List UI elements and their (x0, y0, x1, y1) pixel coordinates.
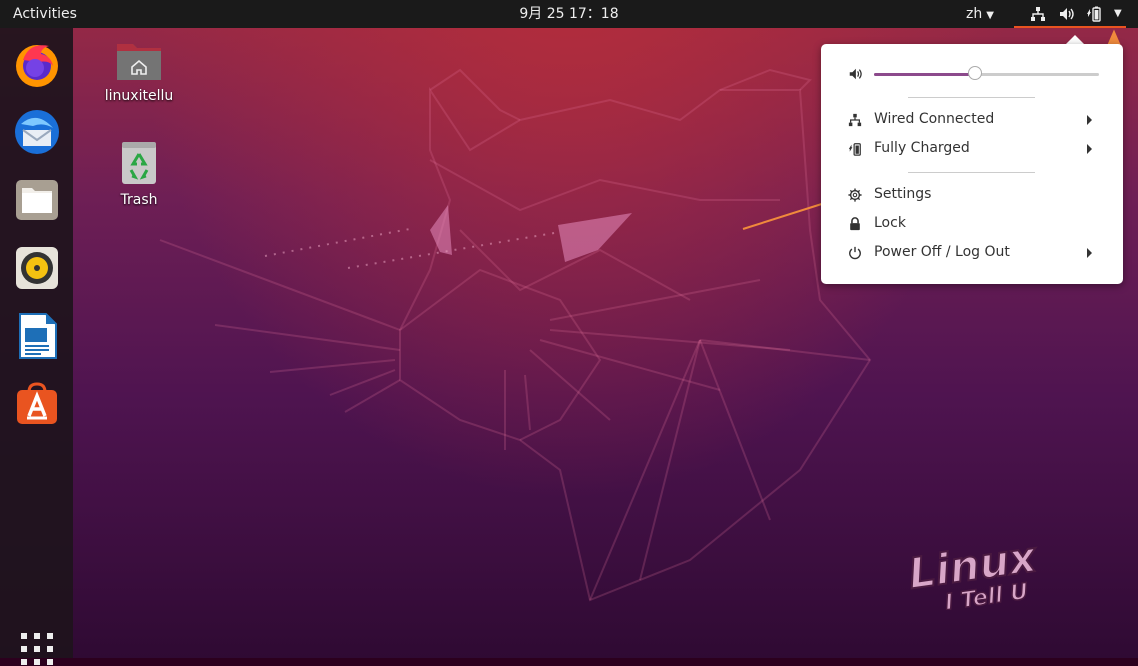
menu-item-label: Power Off / Log Out (874, 244, 1010, 260)
input-language-indicator[interactable]: zh ▼ (966, 0, 994, 28)
power-icon (849, 246, 861, 260)
top-bar: Activities 9月 25 17：18 zh ▼ ▼ (0, 0, 1138, 28)
menu-item-settings[interactable]: Settings (821, 181, 1123, 209)
desktop-icon-home[interactable]: linuxitellu (94, 38, 184, 104)
desktop-icon-label: linuxitellu (104, 88, 174, 104)
submenu-arrow-icon (1087, 248, 1092, 258)
dock-app-firefox[interactable] (13, 40, 61, 88)
libreoffice-writer-icon (19, 313, 57, 359)
firefox-icon (16, 45, 58, 87)
thunderbird-icon (15, 110, 59, 154)
software-center-icon (17, 382, 57, 424)
menu-item-label: Fully Charged (874, 140, 970, 156)
language-label: zh (966, 6, 983, 22)
network-wired-icon (1031, 7, 1045, 21)
desktop-icon-label: Trash (120, 192, 158, 208)
volume-row (821, 60, 1123, 88)
menu-item-label: Settings (874, 186, 932, 202)
trash-icon (122, 142, 156, 184)
dock-app-libreoffice-writer[interactable] (13, 312, 61, 360)
linux-i-tell-u-watermark: Linux I Tell U (905, 531, 1042, 610)
dock-app-files[interactable] (13, 176, 61, 224)
menu-item-power[interactable]: Power Off / Log Out (821, 239, 1123, 267)
chevron-down-icon: ▼ (986, 10, 994, 21)
menu-item-battery[interactable]: Fully Charged (821, 135, 1123, 163)
clock-button[interactable]: 9月 25 17：18 (519, 6, 618, 22)
system-menu: Wired Connected Fully Charged Settings L… (821, 44, 1123, 284)
home-folder-icon (117, 44, 161, 80)
battery-charged-icon (1087, 6, 1101, 22)
battery-icon (848, 143, 861, 156)
menu-item-label: Lock (874, 215, 906, 231)
submenu-arrow-icon (1087, 115, 1092, 125)
volume-icon (1060, 8, 1074, 20)
dock-app-thunderbird[interactable] (13, 108, 61, 156)
dock-app-rhythmbox[interactable] (13, 244, 61, 292)
settings-gear-icon (848, 188, 862, 202)
network-wired-icon (848, 113, 862, 127)
volume-slider[interactable] (874, 66, 1099, 80)
activities-button[interactable]: Activities (13, 0, 77, 28)
system-status-area[interactable]: ▼ (1014, 0, 1126, 28)
menu-item-wired[interactable]: Wired Connected (821, 106, 1123, 134)
volume-slider-fill (874, 73, 976, 76)
menu-item-label: Wired Connected (874, 111, 995, 127)
chevron-down-icon: ▼ (1114, 8, 1122, 19)
lock-icon (850, 217, 860, 231)
volume-icon (849, 68, 862, 80)
rhythmbox-icon (16, 247, 58, 289)
menu-separator (908, 97, 1035, 98)
show-applications-grid-icon[interactable] (20, 632, 54, 666)
menu-item-lock[interactable]: Lock (821, 210, 1123, 238)
files-icon (16, 180, 58, 220)
submenu-arrow-icon (1087, 144, 1092, 154)
dock (0, 28, 73, 665)
menu-separator (908, 172, 1035, 173)
dock-app-software[interactable] (13, 380, 61, 428)
desktop-icon-trash[interactable]: Trash (94, 140, 184, 208)
volume-slider-handle[interactable] (968, 66, 983, 80)
